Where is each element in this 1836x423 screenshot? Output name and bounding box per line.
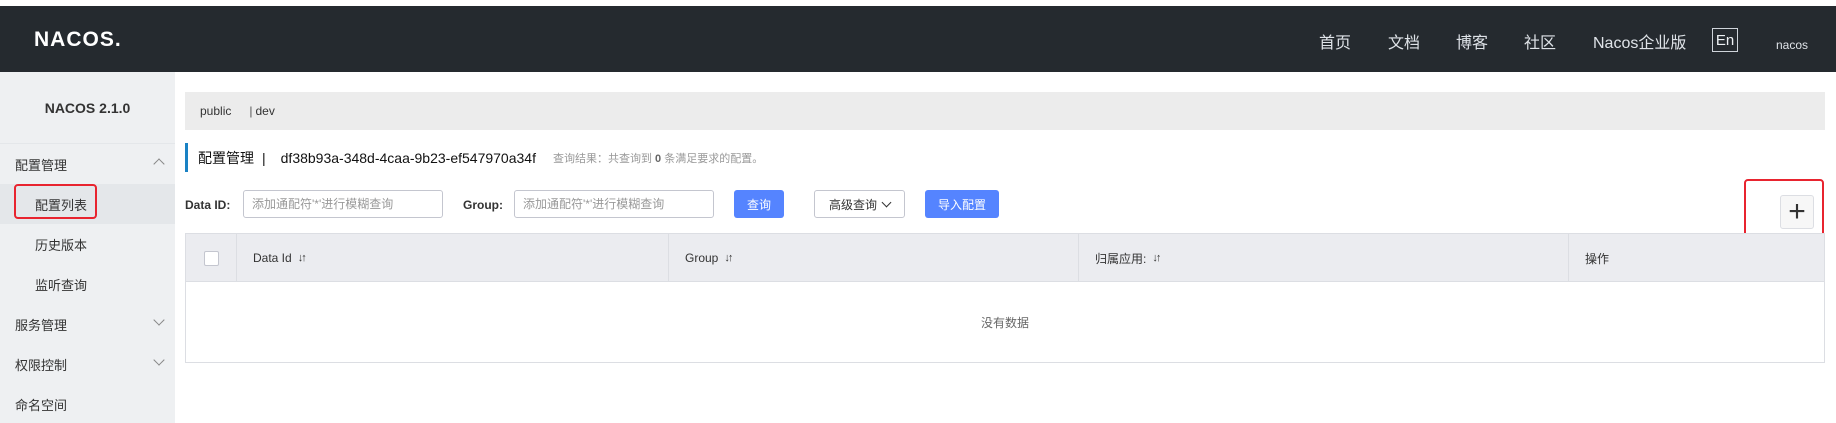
sidebar-group-access-control[interactable]: 权限控制 xyxy=(15,355,67,374)
nav-home[interactable]: 首页 xyxy=(1319,29,1351,53)
language-toggle-button[interactable]: En xyxy=(1712,28,1738,52)
empty-state-text: 没有数据 xyxy=(980,316,1029,330)
search-button[interactable]: 查询 xyxy=(734,190,784,218)
column-label-actions: 操作 xyxy=(1585,251,1610,266)
result-suffix: 条满足要求的配置。 xyxy=(664,152,764,165)
group-label: Group: xyxy=(463,198,503,212)
user-menu[interactable]: nacos xyxy=(1776,38,1808,52)
title-separator: | xyxy=(262,149,266,166)
sort-icon[interactable]: ↓↑ xyxy=(724,252,733,264)
column-header-app[interactable]: 归属应用: ↓↑ xyxy=(1078,234,1568,282)
result-prefix: 查询结果：共查询到 xyxy=(552,152,652,165)
import-config-button[interactable]: 导入配置 xyxy=(925,190,999,218)
data-id-label: Data ID: xyxy=(185,198,231,212)
nav-docs[interactable]: 文档 xyxy=(1388,29,1420,53)
sidebar-group-config-management[interactable]: 配置管理 xyxy=(15,155,67,174)
sidebar-item-listener-query[interactable]: 监听查询 xyxy=(35,275,87,294)
sidebar-group-namespace[interactable]: 命名空间 xyxy=(15,395,67,414)
nacos-logo[interactable]: NACOS. xyxy=(34,28,122,52)
namespace-bar: public | dev xyxy=(185,92,1825,130)
sidebar-version-title: NACOS 2.1.0 xyxy=(0,72,175,144)
column-header-actions: 操作 xyxy=(1568,234,1824,282)
data-id-input[interactable] xyxy=(243,190,443,218)
nav-enterprise[interactable]: Nacos企业版 xyxy=(1593,29,1686,53)
sidebar: NACOS 2.1.0 配置管理 配置列表 历史版本 监听查询 服务管理 权限控… xyxy=(0,72,175,423)
column-header-group[interactable]: Group ↓↑ xyxy=(668,234,1078,282)
nav-blog[interactable]: 博客 xyxy=(1456,29,1488,53)
column-header-data-id[interactable]: Data Id ↓↑ xyxy=(236,234,668,282)
chevron-down-icon[interactable] xyxy=(153,354,165,366)
highlight-box-config-list xyxy=(14,184,97,219)
namespace-id: df38b93a-348d-4caa-9b23-ef547970a34f xyxy=(280,149,536,166)
page-header: 配置管理 | df38b93a-348d-4caa-9b23-ef547970a… xyxy=(185,143,763,172)
advanced-query-label: 高级查询 xyxy=(828,197,877,212)
namespace-public[interactable]: public xyxy=(200,104,231,118)
query-result-summary: 查询结果：共查询到 0 条满足要求的配置。 xyxy=(553,150,763,166)
table-header: Data Id ↓↑ Group ↓↑ 归属应用: ↓↑ 操作 xyxy=(186,234,1824,282)
namespace-dev[interactable]: dev xyxy=(255,104,274,118)
sidebar-group-service-management[interactable]: 服务管理 xyxy=(15,315,67,334)
sidebar-item-history[interactable]: 历史版本 xyxy=(35,235,87,254)
chevron-up-icon[interactable] xyxy=(153,158,165,170)
chevron-down-icon[interactable] xyxy=(153,314,165,326)
table-header-select xyxy=(186,234,236,282)
nav-community[interactable]: 社区 xyxy=(1524,29,1556,53)
config-table: Data Id ↓↑ Group ↓↑ 归属应用: ↓↑ 操作 没有数据 xyxy=(185,233,1825,363)
namespace-separator: | xyxy=(249,104,253,118)
top-nav-bar: NACOS. 首页 文档 博客 社区 Nacos企业版 En nacos xyxy=(0,6,1836,72)
chevron-down-icon xyxy=(881,197,892,207)
group-input[interactable] xyxy=(514,190,714,218)
advanced-query-button[interactable]: 高级查询 xyxy=(814,190,905,218)
column-label-data-id: Data Id xyxy=(253,251,292,265)
column-label-group: Group xyxy=(685,251,719,265)
title-accent-bar xyxy=(185,143,188,172)
page-title: 配置管理 xyxy=(198,149,254,166)
select-all-checkbox[interactable] xyxy=(203,250,219,266)
result-count: 0 xyxy=(655,152,662,165)
sort-icon[interactable]: ↓↑ xyxy=(298,252,307,264)
sort-icon[interactable]: ↓↑ xyxy=(1152,252,1161,264)
highlight-box-add-button xyxy=(1744,179,1824,238)
filter-bar: Data ID: Group: 查询 高级查询 导入配置 xyxy=(185,190,1825,220)
column-label-app: 归属应用: xyxy=(1095,251,1147,266)
